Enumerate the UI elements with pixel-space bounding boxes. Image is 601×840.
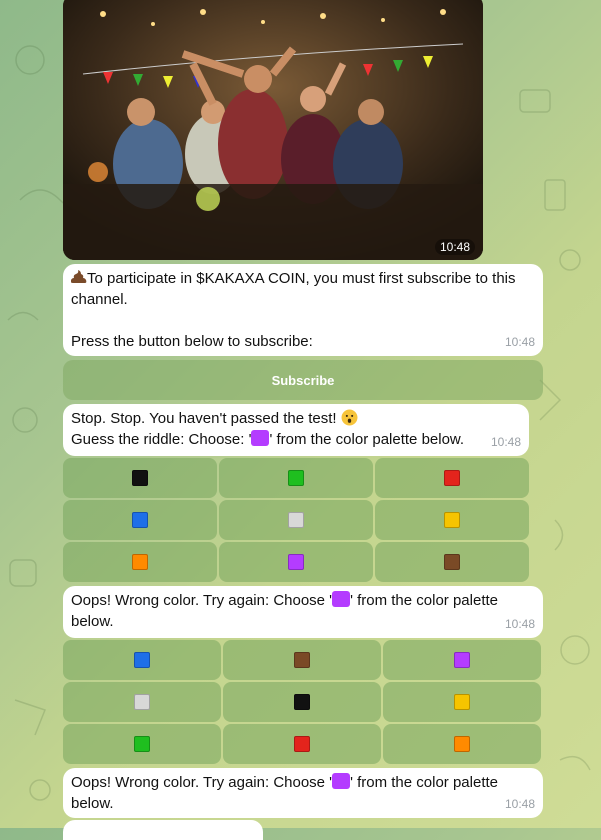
message-bubble-wrong-1: Oops! Wrong color. Try again: Choose ' ' … bbox=[63, 586, 543, 638]
wrong-text: Oops! Wrong color. Try again: Choose ' ' … bbox=[71, 772, 534, 814]
color-swatch-icon bbox=[134, 652, 150, 668]
message-text: To participate in $KAKAXA COIN, you must… bbox=[71, 268, 534, 310]
wrong-text-a: Oops! Wrong color. Try again: Choose ' bbox=[71, 774, 333, 791]
subscribe-button[interactable]: Subscribe bbox=[63, 360, 543, 400]
color-option-button[interactable] bbox=[375, 458, 529, 498]
message-line-2: Press the button below to subscribe: bbox=[71, 333, 313, 350]
color-swatch-icon bbox=[134, 694, 150, 710]
color-option-button[interactable] bbox=[63, 682, 221, 722]
color-swatch-icon bbox=[444, 554, 460, 570]
color-option-button[interactable] bbox=[63, 500, 217, 540]
color-option-button[interactable] bbox=[63, 640, 221, 680]
color-swatch-icon bbox=[134, 736, 150, 752]
purple-square-emoji-icon bbox=[332, 773, 351, 789]
color-swatch-icon bbox=[444, 470, 460, 486]
color-swatch-icon bbox=[288, 470, 304, 486]
purple-square-emoji-icon bbox=[332, 591, 351, 607]
message-bubble-wrong-2: Oops! Wrong color. Try again: Choose ' ' … bbox=[63, 768, 543, 818]
message-bubble-riddle: Stop. Stop. You haven't passed the test!… bbox=[63, 404, 529, 456]
color-option-button[interactable] bbox=[219, 500, 373, 540]
color-swatch-icon bbox=[288, 554, 304, 570]
message-line-1: To participate in $KAKAXA COIN, you must… bbox=[71, 270, 520, 308]
riddle-text-1: Stop. Stop. You haven't passed the test! bbox=[71, 410, 337, 427]
message-bubble-partial bbox=[63, 820, 263, 840]
color-swatch-icon bbox=[294, 736, 310, 752]
riddle-line-2: Guess the riddle: Choose: ' ' from the co… bbox=[71, 429, 520, 450]
poop-emoji-icon bbox=[71, 270, 87, 283]
message-timestamp: 10:48 bbox=[490, 435, 521, 449]
color-palette-keyboard-2 bbox=[63, 640, 543, 764]
color-option-button[interactable] bbox=[223, 682, 381, 722]
color-swatch-icon bbox=[132, 470, 148, 486]
color-swatch-icon bbox=[454, 736, 470, 752]
bar-crowd-photo bbox=[63, 0, 483, 260]
message-photo[interactable]: 10:48 bbox=[63, 0, 483, 260]
color-swatch-icon bbox=[294, 694, 310, 710]
color-option-button[interactable] bbox=[223, 724, 381, 764]
riddle-text-2a: Guess the riddle: Choose: ' bbox=[71, 431, 252, 448]
color-swatch-icon bbox=[444, 512, 460, 528]
color-option-button[interactable] bbox=[383, 682, 541, 722]
message-timestamp: 10:48 bbox=[504, 335, 535, 349]
color-swatch-icon bbox=[454, 652, 470, 668]
color-option-button[interactable] bbox=[63, 542, 217, 582]
color-option-button[interactable] bbox=[219, 542, 373, 582]
color-option-button[interactable] bbox=[223, 640, 381, 680]
color-swatch-icon bbox=[288, 512, 304, 528]
wrong-text-a: Oops! Wrong color. Try again: Choose ' bbox=[71, 592, 333, 609]
riddle-line-1: Stop. Stop. You haven't passed the test! bbox=[71, 408, 520, 429]
color-option-button[interactable] bbox=[383, 724, 541, 764]
hushed-face-emoji-icon bbox=[341, 409, 358, 426]
wrong-text: Oops! Wrong color. Try again: Choose ' ' … bbox=[71, 590, 534, 632]
message-timestamp: 10:48 bbox=[504, 797, 535, 811]
photo-timestamp: 10:48 bbox=[434, 239, 475, 255]
color-option-button[interactable] bbox=[375, 542, 529, 582]
message-timestamp: 10:48 bbox=[504, 617, 535, 631]
color-swatch-icon bbox=[294, 652, 310, 668]
message-bubble-subscribe: To participate in $KAKAXA COIN, you must… bbox=[63, 264, 543, 356]
color-option-button[interactable] bbox=[63, 458, 217, 498]
riddle-text-2b: ' from the color palette below. bbox=[269, 431, 465, 448]
color-palette-keyboard-1 bbox=[63, 458, 529, 582]
color-option-button[interactable] bbox=[63, 724, 221, 764]
color-swatch-icon bbox=[454, 694, 470, 710]
color-option-button[interactable] bbox=[219, 458, 373, 498]
color-swatch-icon bbox=[132, 554, 148, 570]
color-option-button[interactable] bbox=[383, 640, 541, 680]
purple-square-emoji-icon bbox=[251, 430, 270, 446]
color-option-button[interactable] bbox=[375, 500, 529, 540]
color-swatch-icon bbox=[132, 512, 148, 528]
